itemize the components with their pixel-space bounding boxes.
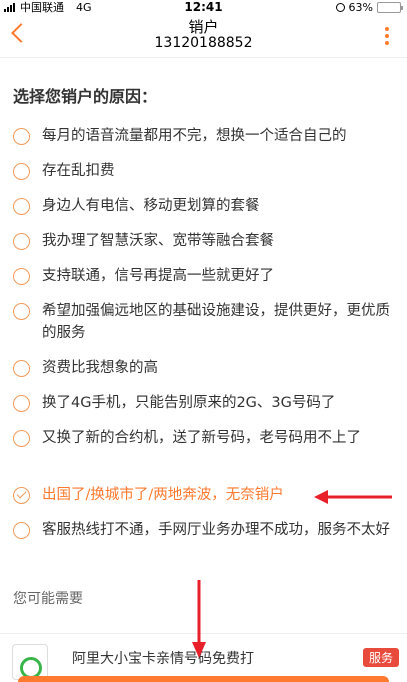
reason-option[interactable]: 我办理了智慧沃家、宽带等融合套餐 — [13, 230, 398, 252]
option-label: 又换了新的合约机，送了新号码，老号码用不上了 — [42, 430, 361, 446]
reason-option[interactable]: 支持联通，信号再提高一些就更好了 — [13, 265, 398, 287]
reason-option[interactable]: 身边人有电信、移动更划算的套餐 — [13, 195, 398, 217]
reason-option[interactable]: 客服热线打不通，手网厅业务办理不成功，服务不太好 — [13, 519, 398, 541]
radio-icon[interactable] — [13, 233, 30, 250]
option-label: 客服热线打不通，手网厅业务办理不成功，服务不太好 — [42, 522, 390, 538]
status-right: 63% — [335, 0, 403, 14]
reason-option[interactable]: 存在乱扣费 — [13, 160, 398, 182]
reason-option-selected[interactable]: 出国了/换城市了/两地奔波，无奈销户 — [13, 484, 323, 506]
radio-icon[interactable] — [13, 360, 30, 377]
option-label: 出国了/换城市了/两地奔波，无奈销户 — [42, 487, 284, 503]
reason-option[interactable]: 换了4G手机，只能告别原来的2G、3G号码了 — [13, 392, 398, 414]
status-bar: 中国联通 4G 12:41 63% — [0, 0, 407, 14]
option-label: 身边人有电信、移动更划算的套餐 — [42, 198, 260, 214]
option-label: 资费比我想象的高 — [42, 360, 158, 376]
service-tag: 服务 — [362, 648, 399, 667]
option-label: 存在乱扣费 — [42, 163, 115, 179]
reason-heading: 选择您销户的原因： — [13, 87, 158, 106]
annotation-arrow-down — [192, 580, 206, 658]
option-label: 支持联通，信号再提高一些就更好了 — [42, 268, 274, 284]
annotation-arrow-left — [314, 490, 392, 504]
radio-checked-icon[interactable] — [13, 487, 30, 504]
radio-icon[interactable] — [13, 395, 30, 412]
option-label: 我办理了智慧沃家、宽带等融合套餐 — [42, 233, 274, 249]
radio-icon[interactable] — [13, 303, 30, 320]
battery-icon — [377, 1, 403, 13]
reason-option[interactable]: 又换了新的合约机，送了新号码，老号码用不上了 — [13, 427, 398, 449]
option-label: 希望加强偏远地区的基础设施建设，提供更好，更优质的服务 — [42, 303, 390, 341]
radio-icon[interactable] — [13, 268, 30, 285]
phone-number: 13120188852 — [154, 35, 253, 51]
option-label: 换了4G手机，只能告别原来的2G、3G号码了 — [42, 395, 336, 411]
radio-icon[interactable] — [13, 430, 30, 447]
card-title: 阿里大小宝卡亲情号码免费打 — [72, 651, 254, 667]
radio-icon[interactable] — [13, 128, 30, 145]
sim-card-icon — [12, 644, 48, 680]
reason-option[interactable]: 资费比我想象的高 — [13, 357, 398, 379]
reason-option[interactable]: 每月的语音流量都用不完，想换一个适合自己的 — [13, 125, 398, 147]
radio-icon[interactable] — [13, 198, 30, 215]
more-menu-icon[interactable] — [385, 27, 389, 45]
nav-bar: 销户 13120188852 — [0, 14, 407, 58]
battery-percent: 63% — [348, 0, 373, 14]
option-label: 每月的语音流量都用不完，想换一个适合自己的 — [42, 128, 347, 144]
radio-icon[interactable] — [13, 522, 30, 539]
radio-icon[interactable] — [13, 163, 30, 180]
rotation-lock-icon — [335, 2, 345, 12]
you-may-need-label: 您可能需要 — [13, 591, 83, 607]
confirm-button[interactable] — [18, 676, 389, 682]
reason-option[interactable]: 希望加强偏远地区的基础设施建设，提供更好，更优质的服务 — [13, 300, 398, 344]
page-title: 销户 — [188, 18, 219, 36]
